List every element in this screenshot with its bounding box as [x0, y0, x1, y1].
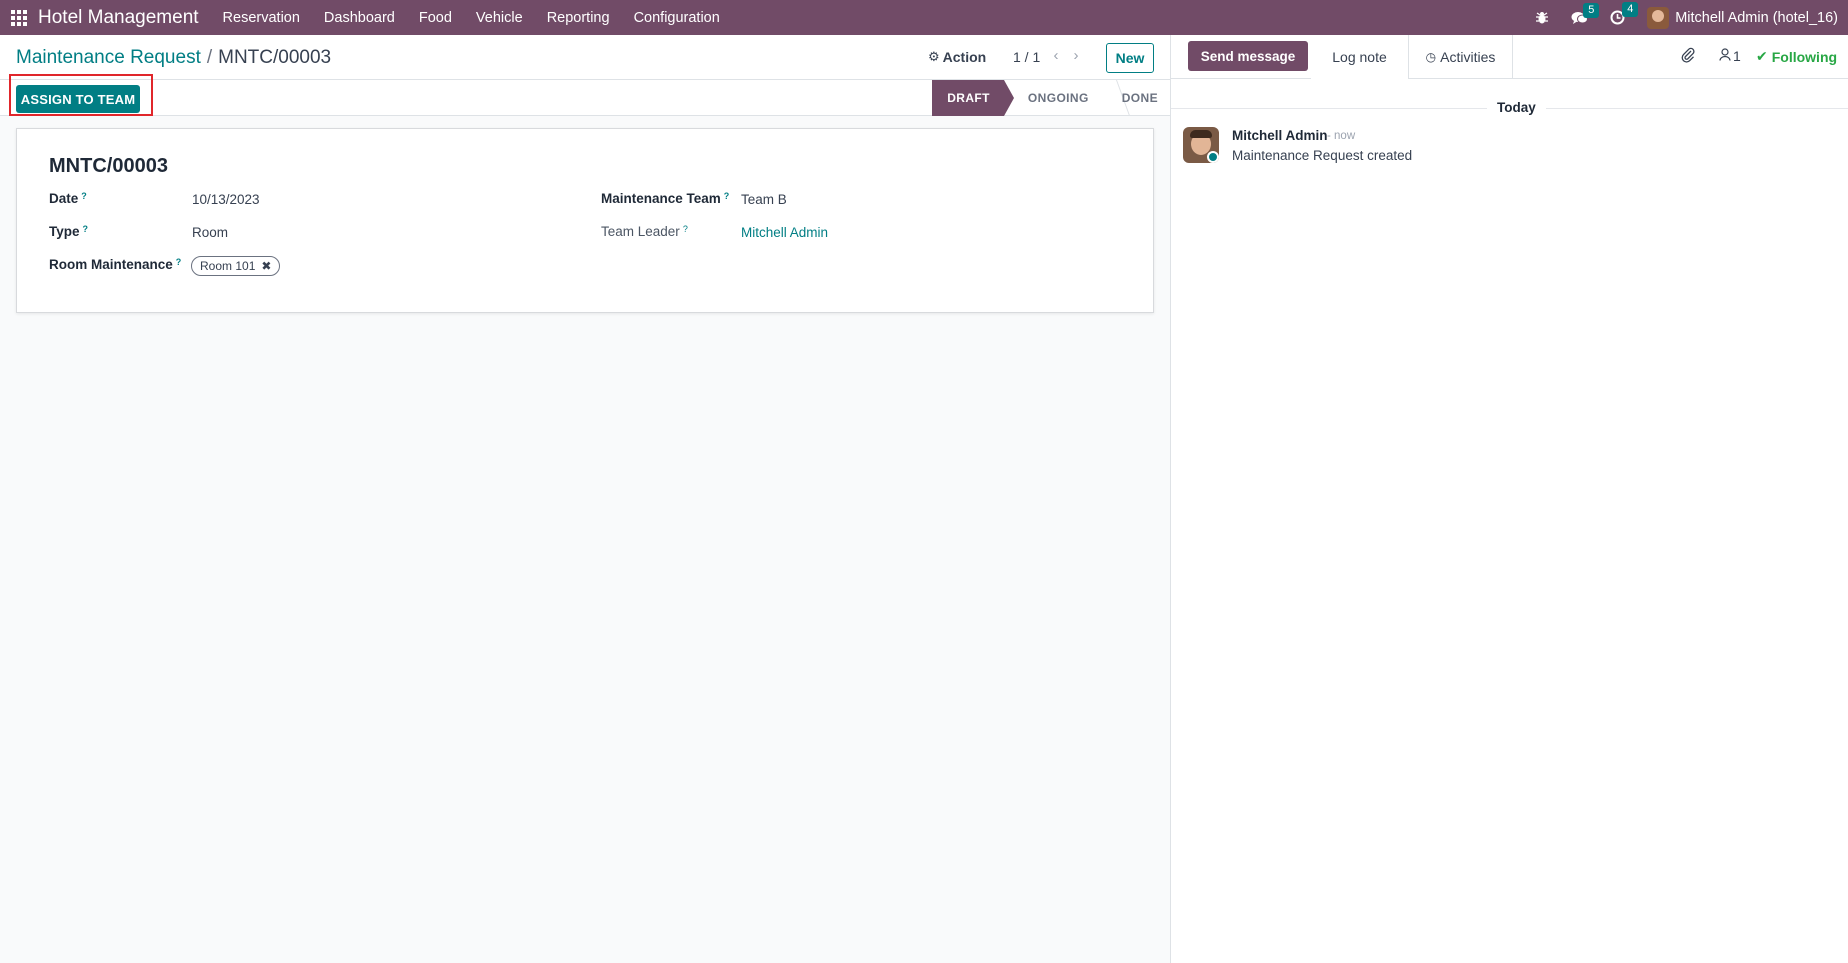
maintenance-team-help-icon[interactable]: ?: [724, 191, 730, 201]
breadcrumb-separator: /: [206, 47, 213, 68]
chatter-topbar: Send message Log note ◷ Activities 1 ✔ F…: [1171, 35, 1848, 79]
send-message-button[interactable]: Send message: [1188, 41, 1308, 71]
person-icon: [1719, 48, 1731, 64]
form-sheet: MNTC/00003 Date? 10/13/2023 Type? Room R…: [16, 128, 1154, 313]
user-menu[interactable]: Mitchell Admin (hotel_16): [1647, 6, 1838, 29]
breadcrumb-current: MNTC/00003: [218, 47, 332, 68]
assign-to-team-button[interactable]: ASSIGN TO TEAM: [16, 85, 140, 113]
menu-food[interactable]: Food: [419, 10, 452, 26]
activities-label: Activities: [1440, 48, 1496, 65]
menu-configuration[interactable]: Configuration: [634, 10, 720, 26]
stage-draft[interactable]: DRAFT: [932, 80, 1014, 116]
breadcrumb-maintenance-request[interactable]: Maintenance Request: [16, 47, 201, 68]
record-name: MNTC/00003: [49, 155, 168, 177]
app-brand[interactable]: Hotel Management: [38, 7, 199, 29]
date-help-icon[interactable]: ?: [81, 191, 87, 201]
menu-reservation[interactable]: Reservation: [223, 10, 300, 26]
team-leader-label: Team Leader?: [601, 224, 688, 239]
maintenance-team-field[interactable]: Team B: [741, 192, 787, 207]
followers-count: 1: [1733, 48, 1741, 64]
followers-button[interactable]: 1: [1719, 48, 1741, 64]
type-help-icon[interactable]: ?: [83, 224, 89, 234]
team-leader-help-icon[interactable]: ?: [683, 224, 688, 234]
room-maintenance-label: Room Maintenance?: [49, 257, 182, 272]
menu-vehicle[interactable]: Vehicle: [476, 10, 523, 26]
paperclip-icon[interactable]: [1681, 47, 1695, 67]
activities-count-badge: 4: [1622, 2, 1639, 17]
stage-pipeline: DRAFT ONGOING DONE: [932, 80, 1158, 116]
messages-count-badge: 5: [1583, 2, 1600, 18]
activities-clock-icon[interactable]: 4: [1610, 2, 1639, 25]
stage-ongoing[interactable]: ONGOING: [1012, 80, 1104, 116]
user-avatar: [1647, 6, 1670, 29]
online-status-icon: [1207, 151, 1219, 163]
control-panel: Maintenance Request / MNTC/00003 ⚙ Action …: [0, 35, 1170, 80]
menu-reporting[interactable]: Reporting: [547, 10, 610, 26]
status-bar: DRAFT ONGOING DONE: [0, 80, 1170, 116]
type-label: Type?: [49, 224, 89, 239]
gear-icon: ⚙: [928, 49, 940, 64]
check-icon: ✔: [1756, 48, 1768, 64]
message-body: Maintenance Request created: [1232, 148, 1413, 163]
remove-tag-icon[interactable]: ✖: [261, 259, 271, 273]
maintenance-team-label: Maintenance Team?: [601, 191, 730, 206]
pager-previous-icon[interactable]: ‹: [1050, 47, 1062, 64]
messages-icon[interactable]: 5: [1571, 2, 1600, 25]
menu-dashboard[interactable]: Dashboard: [324, 10, 395, 26]
message-time: - now: [1327, 130, 1356, 142]
type-field[interactable]: Room: [192, 225, 228, 240]
pager-next-icon[interactable]: ›: [1070, 47, 1082, 64]
room-maintenance-help-icon[interactable]: ?: [176, 257, 182, 267]
new-button[interactable]: New: [1106, 43, 1154, 73]
date-field[interactable]: 10/13/2023: [192, 192, 260, 207]
stage-separator: [1104, 80, 1116, 116]
chatter-panel: Send message Log note ◷ Activities 1 ✔ F…: [1170, 35, 1848, 963]
log-note-button[interactable]: Log note: [1311, 35, 1409, 79]
room-tag[interactable]: Room 101 ✖: [191, 256, 281, 276]
following-button[interactable]: ✔ Following: [1756, 48, 1837, 65]
breadcrumb: Maintenance Request / MNTC/00003: [16, 47, 331, 69]
date-label: Date?: [49, 191, 87, 206]
user-name: Mitchell Admin (hotel_16): [1675, 9, 1838, 26]
top-navbar: Hotel Management Reservation Dashboard F…: [0, 0, 1848, 35]
pager-value[interactable]: 1 / 1: [1013, 49, 1040, 65]
action-label: Action: [942, 49, 987, 65]
team-leader-link[interactable]: Mitchell Admin: [741, 225, 828, 240]
debug-bug-icon[interactable]: [1535, 11, 1549, 25]
stage-done[interactable]: DONE: [1116, 80, 1158, 116]
date-separator-label: Today: [1487, 100, 1546, 115]
room-tag-label: Room 101: [200, 259, 256, 273]
action-button[interactable]: ⚙ Action: [928, 49, 986, 65]
following-label: Following: [1771, 48, 1838, 65]
activities-button[interactable]: ◷ Activities: [1409, 35, 1513, 79]
message-author[interactable]: Mitchell Admin: [1232, 128, 1328, 143]
apps-menu-icon[interactable]: [0, 0, 38, 35]
clock-icon: ◷: [1425, 49, 1437, 64]
